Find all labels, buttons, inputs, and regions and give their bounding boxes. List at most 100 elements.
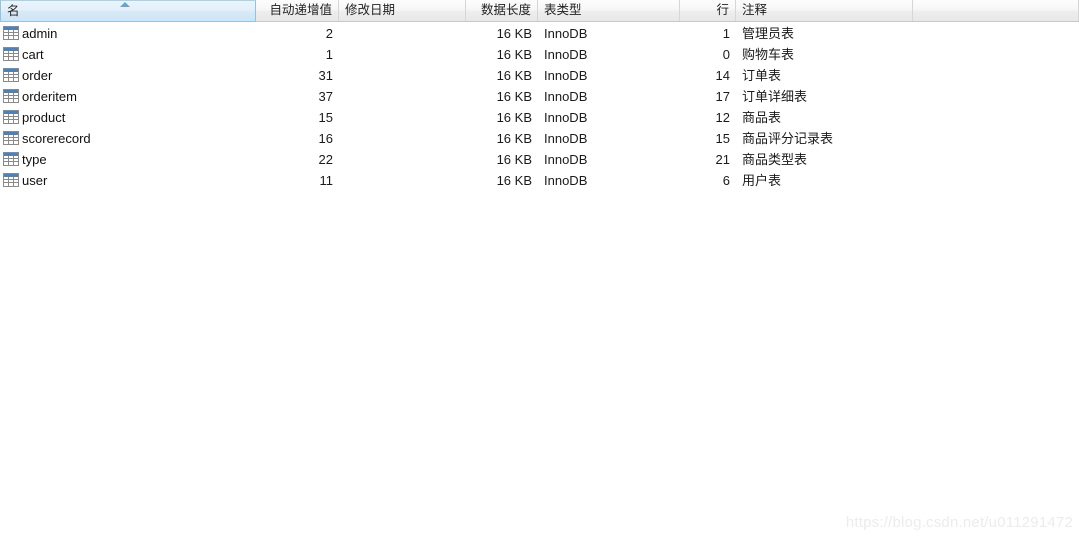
cell-comment: 用户表	[736, 170, 913, 191]
table-name-label: product	[22, 110, 66, 125]
cell-value: 管理员表	[742, 26, 795, 41]
cell-value: 商品表	[742, 110, 782, 125]
cell-engine: InnoDB	[538, 149, 680, 170]
cell-comment: 购物车表	[736, 44, 913, 65]
sort-ascending-arrow-icon	[120, 2, 130, 7]
cell-auto_inc: 1	[256, 44, 339, 65]
table-grid-icon	[3, 110, 19, 124]
column-header-label: 数据长度	[480, 3, 531, 17]
cell-value: 37	[318, 89, 333, 104]
cell-comment: 商品表	[736, 107, 913, 128]
cell-engine: InnoDB	[538, 65, 680, 86]
table-name-label: orderitem	[22, 89, 77, 104]
cell-name: product	[0, 107, 256, 128]
table-row[interactable]: product 15 16 KB InnoDB 12 商品表	[0, 107, 1079, 128]
table-name-label: scorerecord	[22, 131, 91, 146]
cell-value: 2	[325, 26, 333, 41]
column-header-engine[interactable]: 表类型	[538, 0, 680, 21]
cell-value: 16 KB	[496, 131, 532, 146]
cell-data_len: 16 KB	[466, 44, 538, 65]
cell-value: 6	[722, 173, 730, 188]
table-grid-icon	[3, 173, 19, 187]
cell-auto_inc: 22	[256, 149, 339, 170]
table-name-label: cart	[22, 47, 44, 62]
cell-value: 16 KB	[496, 173, 532, 188]
cell-value: 用户表	[742, 173, 782, 188]
cell-rows: 17	[680, 86, 736, 107]
cell-value: 15	[318, 110, 333, 125]
cell-value: InnoDB	[544, 26, 588, 41]
cell-comment: 订单表	[736, 65, 913, 86]
cell-engine: InnoDB	[538, 107, 680, 128]
cell-value: 1	[722, 26, 730, 41]
table-name-label: admin	[22, 26, 58, 41]
cell-value: InnoDB	[544, 89, 588, 104]
cell-name: type	[0, 149, 256, 170]
cell-value: 订单表	[742, 68, 782, 83]
cell-engine: InnoDB	[538, 23, 680, 44]
cell-rows: 12	[680, 107, 736, 128]
table-grid-icon	[3, 68, 19, 82]
cell-modified	[339, 23, 466, 44]
watermark-text: https://blog.csdn.net/u011291472	[845, 514, 1073, 531]
table-row[interactable]: orderitem 37 16 KB InnoDB 17 订单详细表	[0, 86, 1079, 107]
table-row[interactable]: admin 2 16 KB InnoDB 1 管理员表	[0, 23, 1079, 44]
column-header-extra[interactable]	[913, 0, 1079, 21]
cell-modified	[339, 86, 466, 107]
cell-auto_inc: 2	[256, 23, 339, 44]
column-header-modified[interactable]: 修改日期	[339, 0, 466, 21]
table-name-label: user	[22, 173, 48, 188]
column-header-comment[interactable]: 注释	[736, 0, 913, 21]
column-header-rows[interactable]: 行	[680, 0, 736, 21]
cell-modified	[339, 44, 466, 65]
column-header-data_len[interactable]: 数据长度	[466, 0, 538, 21]
cell-value: 商品类型表	[742, 152, 808, 167]
cell-value: 16 KB	[496, 89, 532, 104]
table-row[interactable]: scorerecord 16 16 KB InnoDB 15 商品评分记录表	[0, 128, 1079, 149]
table-row[interactable]: cart 1 16 KB InnoDB 0 购物车表	[0, 44, 1079, 65]
cell-value: 购物车表	[742, 47, 795, 62]
cell-value: 0	[722, 47, 730, 62]
cell-rows: 15	[680, 128, 736, 149]
cell-rows: 14	[680, 65, 736, 86]
cell-data_len: 16 KB	[466, 107, 538, 128]
table-grid-icon	[3, 152, 19, 166]
cell-value: 1	[325, 47, 333, 62]
cell-value: 16 KB	[496, 152, 532, 167]
cell-data_len: 16 KB	[466, 128, 538, 149]
cell-value: InnoDB	[544, 47, 588, 62]
cell-engine: InnoDB	[538, 86, 680, 107]
cell-name: scorerecord	[0, 128, 256, 149]
table-row[interactable]: user 11 16 KB InnoDB 6 用户表	[0, 170, 1079, 191]
cell-rows: 21	[680, 149, 736, 170]
cell-name: order	[0, 65, 256, 86]
table-row[interactable]: order 31 16 KB InnoDB 14 订单表	[0, 65, 1079, 86]
cell-value: InnoDB	[544, 173, 588, 188]
table-row[interactable]: type 22 16 KB InnoDB 21 商品类型表	[0, 149, 1079, 170]
cell-value: InnoDB	[544, 131, 588, 146]
cell-value: 11	[319, 173, 334, 188]
tables-grid[interactable]: 名自动递增值 修改日期 数据长度 表类型行注释 admin 2 16 KB InnoDB 1 管…	[0, 0, 1079, 537]
table-name-label: order	[22, 68, 53, 83]
cell-modified	[339, 65, 466, 86]
cell-value: 16	[318, 131, 333, 146]
column-header-label: 自动递增值	[269, 3, 332, 17]
table-grid-icon	[3, 26, 19, 40]
table-rows-body[interactable]: admin 2 16 KB InnoDB 1 管理员表 cart 1 16 KB InnoDB 0 购…	[0, 23, 1079, 191]
cell-value: 12	[715, 110, 730, 125]
column-header-label: 名	[7, 4, 20, 18]
table-name-label: type	[22, 152, 47, 167]
cell-engine: InnoDB	[538, 128, 680, 149]
cell-modified	[339, 128, 466, 149]
cell-value: InnoDB	[544, 152, 588, 167]
column-header-auto_inc[interactable]: 自动递增值	[256, 0, 339, 21]
cell-value: 17	[715, 89, 730, 104]
cell-rows: 1	[680, 23, 736, 44]
table-grid-icon	[3, 89, 19, 103]
cell-comment: 管理员表	[736, 23, 913, 44]
cell-engine: InnoDB	[538, 170, 680, 191]
cell-data_len: 16 KB	[466, 86, 538, 107]
cell-value: InnoDB	[544, 68, 588, 83]
column-header-row[interactable]: 名 自动递增值 修改日期 数据长度 表类型 行注释	[0, 0, 1079, 22]
cell-data_len: 16 KB	[466, 149, 538, 170]
